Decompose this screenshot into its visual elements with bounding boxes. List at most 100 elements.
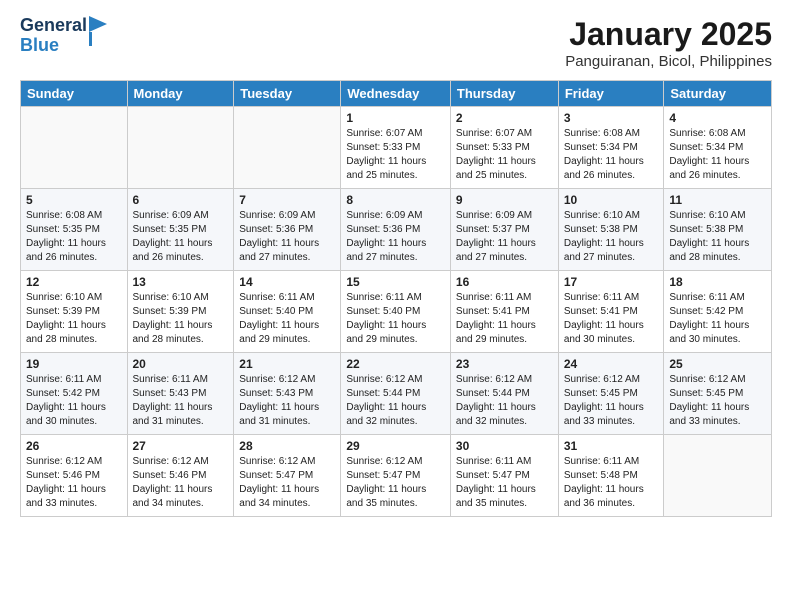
day-info: Sunrise: 6:10 AM Sunset: 5:39 PM Dayligh… (133, 291, 229, 347)
table-row: 31 Sunrise: 6:11 AM Sunset: 5:48 PM Dayli… (558, 435, 664, 517)
day-info: Sunrise: 6:12 AM Sunset: 5:45 PM Dayligh… (669, 373, 766, 429)
day-number: 12 (26, 275, 122, 289)
col-tuesday: Tuesday (234, 81, 341, 107)
day-info: Sunrise: 6:11 AM Sunset: 5:42 PM Dayligh… (26, 373, 122, 429)
day-number: 3 (564, 111, 659, 125)
table-row: 2Sunrise: 6:07 AM Sunset: 5:33 PM Daylig… (450, 107, 558, 189)
day-number: 10 (564, 193, 659, 207)
table-row: 17Sunrise: 6:11 AM Sunset: 5:41 PM Dayli… (558, 271, 664, 353)
table-row: 22 Sunrise: 6:12 AM Sunset: 5:44 PM Dayli… (341, 353, 451, 435)
calendar-week-4: 19 Sunrise: 6:11 AM Sunset: 5:42 PM Dayli… (21, 353, 772, 435)
day-number: 21 (239, 357, 335, 371)
table-row: 25 Sunrise: 6:12 AM Sunset: 5:45 PM Dayli… (664, 353, 772, 435)
day-number: 19 (26, 357, 122, 371)
page: General Blue January 2025 Panguiranan, B… (0, 0, 792, 612)
table-row: 19 Sunrise: 6:11 AM Sunset: 5:42 PM Dayli… (21, 353, 128, 435)
header: General Blue January 2025 Panguiranan, B… (20, 16, 772, 70)
day-number: 26 (26, 439, 122, 453)
col-sunday: Sunday (21, 81, 128, 107)
day-number: 25 (669, 357, 766, 371)
day-info: Sunrise: 6:09 AM Sunset: 5:35 PM Dayligh… (133, 209, 229, 265)
day-number: 18 (669, 275, 766, 289)
calendar-week-1: 1 Sunrise: 6:07 AM Sunset: 5:33 PM Daylig… (21, 107, 772, 189)
table-row: 20Sunrise: 6:11 AM Sunset: 5:43 PM Dayli… (127, 353, 234, 435)
table-row: 15Sunrise: 6:11 AM Sunset: 5:40 PM Dayli… (341, 271, 451, 353)
table-row: 18 Sunrise: 6:11 AM Sunset: 5:42 PM Dayli… (664, 271, 772, 353)
month-year: January 2025 (565, 16, 772, 53)
day-number: 13 (133, 275, 229, 289)
table-row: 16Sunrise: 6:11 AM Sunset: 5:41 PM Dayli… (450, 271, 558, 353)
day-info: Sunrise: 6:11 AM Sunset: 5:40 PM Dayligh… (346, 291, 445, 347)
day-number: 16 (456, 275, 553, 289)
day-number: 27 (133, 439, 229, 453)
day-info: Sunrise: 6:11 AM Sunset: 5:40 PM Dayligh… (239, 291, 335, 347)
table-row: 5Sunrise: 6:08 AM Sunset: 5:35 PM Daylig… (21, 189, 128, 271)
day-number: 31 (564, 439, 659, 453)
day-info: Sunrise: 6:11 AM Sunset: 5:41 PM Dayligh… (564, 291, 659, 347)
table-row: 12Sunrise: 6:10 AM Sunset: 5:39 PM Dayli… (21, 271, 128, 353)
table-row: 21 Sunrise: 6:12 AM Sunset: 5:43 PM Dayli… (234, 353, 341, 435)
day-number: 24 (564, 357, 659, 371)
table-row: 8 Sunrise: 6:09 AM Sunset: 5:36 PM Daylig… (341, 189, 451, 271)
table-row (127, 107, 234, 189)
col-saturday: Saturday (664, 81, 772, 107)
day-number: 1 (346, 111, 445, 125)
table-row: 26 Sunrise: 6:12 AM Sunset: 5:46 PM Dayli… (21, 435, 128, 517)
day-info: Sunrise: 6:12 AM Sunset: 5:44 PM Dayligh… (346, 373, 445, 429)
day-info: Sunrise: 6:09 AM Sunset: 5:36 PM Dayligh… (346, 209, 445, 265)
day-number: 4 (669, 111, 766, 125)
col-wednesday: Wednesday (341, 81, 451, 107)
day-info: Sunrise: 6:08 AM Sunset: 5:34 PM Dayligh… (669, 127, 766, 183)
col-friday: Friday (558, 81, 664, 107)
day-number: 22 (346, 357, 445, 371)
day-number: 29 (346, 439, 445, 453)
table-row: 13 Sunrise: 6:10 AM Sunset: 5:39 PM Dayli… (127, 271, 234, 353)
logo: General Blue (20, 16, 107, 56)
day-info: Sunrise: 6:11 AM Sunset: 5:48 PM Dayligh… (564, 455, 659, 511)
day-info: Sunrise: 6:12 AM Sunset: 5:47 PM Dayligh… (239, 455, 335, 511)
day-number: 7 (239, 193, 335, 207)
day-number: 2 (456, 111, 553, 125)
day-info: Sunrise: 6:11 AM Sunset: 5:47 PM Dayligh… (456, 455, 553, 511)
calendar-week-3: 12 Sunrise: 6:10 AM Sunset: 5:39 PM Dayli… (21, 271, 772, 353)
table-row (664, 435, 772, 517)
location: Panguiranan, Bicol, Philippines (565, 53, 772, 70)
calendar-week-5: 26 Sunrise: 6:12 AM Sunset: 5:46 PM Dayli… (21, 435, 772, 517)
day-info: Sunrise: 6:12 AM Sunset: 5:44 PM Dayligh… (456, 373, 553, 429)
day-info: Sunrise: 6:10 AM Sunset: 5:38 PM Dayligh… (564, 209, 659, 265)
logo-text: General Blue (20, 16, 87, 56)
day-info: Sunrise: 6:12 AM Sunset: 5:46 PM Dayligh… (133, 455, 229, 511)
table-row: 28 Sunrise: 6:12 AM Sunset: 5:47 PM Dayli… (234, 435, 341, 517)
day-info: Sunrise: 6:11 AM Sunset: 5:42 PM Dayligh… (669, 291, 766, 347)
table-row: 7 Sunrise: 6:09 AM Sunset: 5:36 PM Daylig… (234, 189, 341, 271)
day-number: 20 (133, 357, 229, 371)
table-row: 11Sunrise: 6:10 AM Sunset: 5:38 PM Dayli… (664, 189, 772, 271)
day-number: 9 (456, 193, 553, 207)
col-thursday: Thursday (450, 81, 558, 107)
day-number: 30 (456, 439, 553, 453)
day-number: 28 (239, 439, 335, 453)
day-number: 14 (239, 275, 335, 289)
calendar-week-2: 5Sunrise: 6:08 AM Sunset: 5:35 PM Daylig… (21, 189, 772, 271)
logo-icon (89, 16, 107, 46)
day-info: Sunrise: 6:10 AM Sunset: 5:38 PM Dayligh… (669, 209, 766, 265)
day-number: 5 (26, 193, 122, 207)
table-row: 30 Sunrise: 6:11 AM Sunset: 5:47 PM Dayli… (450, 435, 558, 517)
table-row: 29Sunrise: 6:12 AM Sunset: 5:47 PM Dayli… (341, 435, 451, 517)
title-section: January 2025 Panguiranan, Bicol, Philipp… (565, 16, 772, 70)
day-info: Sunrise: 6:09 AM Sunset: 5:37 PM Dayligh… (456, 209, 553, 265)
day-number: 8 (346, 193, 445, 207)
day-info: Sunrise: 6:12 AM Sunset: 5:43 PM Dayligh… (239, 373, 335, 429)
day-number: 23 (456, 357, 553, 371)
table-row (21, 107, 128, 189)
table-row: 1 Sunrise: 6:07 AM Sunset: 5:33 PM Daylig… (341, 107, 451, 189)
logo-blue: Blue (20, 36, 87, 56)
table-row: 3 Sunrise: 6:08 AM Sunset: 5:34 PM Daylig… (558, 107, 664, 189)
day-info: Sunrise: 6:08 AM Sunset: 5:34 PM Dayligh… (564, 127, 659, 183)
calendar-header-row: Sunday Monday Tuesday Wednesday Thursday… (21, 81, 772, 107)
day-info: Sunrise: 6:12 AM Sunset: 5:46 PM Dayligh… (26, 455, 122, 511)
day-info: Sunrise: 6:09 AM Sunset: 5:36 PM Dayligh… (239, 209, 335, 265)
table-row (234, 107, 341, 189)
day-info: Sunrise: 6:07 AM Sunset: 5:33 PM Dayligh… (346, 127, 445, 183)
table-row: 14 Sunrise: 6:11 AM Sunset: 5:40 PM Dayli… (234, 271, 341, 353)
